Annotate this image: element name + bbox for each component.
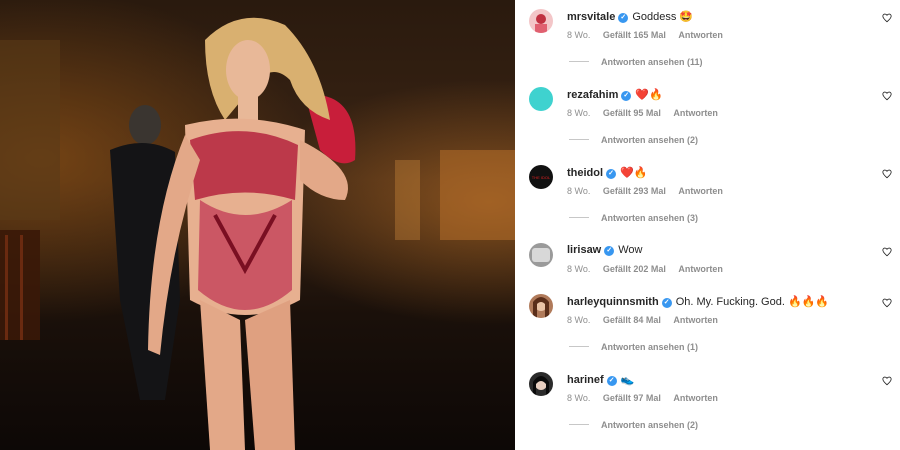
avatar-image [533,297,549,318]
reply-button[interactable]: Antworten [673,393,718,403]
avatar[interactable] [529,294,553,318]
comment-header: harleyquinnsmith ✓ Oh. My. Fucking. God. 🔥… [567,295,829,308]
svg-text:THE IDOL: THE IDOL [532,175,551,180]
username-link[interactable]: mrsvitale [567,11,615,23]
comment-header: mrsvitale ✓ Goddess 🤩 [567,10,693,23]
post-photo-illustration [0,17,515,450]
username-link[interactable]: harinef [567,374,604,386]
verified-badge-icon: ✓ [606,169,617,179]
comment-text: Wow [618,244,643,256]
reply-button[interactable]: Antworten [673,315,718,325]
replies-line [569,346,589,347]
avatar[interactable] [529,9,553,33]
comment-item: harleyquinnsmith ✓ Oh. My. Fucking. God. 🔥… [515,285,900,363]
comment-age: 8 Wo. [567,264,591,274]
replies-line [569,61,589,62]
comment-meta: 8 Wo. Gefällt 84 Mal Antworten [567,315,728,325]
reply-button[interactable]: Antworten [673,108,718,118]
comment-text: ❤️🔥 [620,167,648,179]
like-count[interactable]: Gefällt 165 Mal [603,30,666,40]
heart-icon[interactable] [882,376,892,386]
reply-button[interactable]: Antworten [678,186,723,196]
avatar[interactable] [529,87,553,111]
replies-line [569,424,589,425]
avatar[interactable] [529,243,553,267]
verified-badge-icon: ✓ [604,246,615,256]
comment-item: THE IDOL theidol ✓ ❤️🔥 8 Wo. Gefällt 293 M… [515,156,900,234]
like-count[interactable]: Gefällt 95 Mal [603,108,661,118]
comment-meta: 8 Wo. Gefällt 95 Mal Antworten [567,108,728,118]
replies-line [569,139,589,140]
comment-text: 👟 [620,374,635,386]
comment-header: rezafahim ✓ ❤️🔥 [567,88,663,101]
heart-icon[interactable] [882,91,892,101]
comment-header: lirisaw ✓ Wow [567,244,643,256]
view-replies-label: Antworten ansehen (3) [601,213,699,223]
view-replies-label: Antworten ansehen (1) [601,342,699,352]
comment-meta: 8 Wo. Gefällt 293 Mal Antworten [567,186,733,196]
comment-age: 8 Wo. [567,186,591,196]
username-link[interactable]: rezafahim [567,89,618,101]
avatar[interactable] [529,372,553,396]
comment-item: harinef ✓ 👟 8 Wo. Gefällt 97 Mal Antworten… [515,363,900,441]
like-count[interactable]: Gefällt 97 Mal [603,393,661,403]
username-link[interactable]: theidol [567,167,603,179]
comment-item: mrsvitale ✓ Goddess 🤩 8 Wo. Gefällt 165 Ma… [515,0,900,78]
avatar-image [535,14,547,33]
comment-meta: 8 Wo. Gefällt 202 Mal Antworten [567,264,733,274]
view-replies-button[interactable]: Antworten ansehen (2) [569,135,698,145]
avatar-image: THE IDOL [532,175,551,180]
reply-button[interactable]: Antworten [678,264,723,274]
view-replies-button[interactable]: Antworten ansehen (11) [569,57,703,67]
comment-header: theidol ✓ ❤️🔥 [567,166,647,179]
verified-badge-icon: ✓ [618,13,629,23]
comment-text: ❤️🔥 [635,89,663,101]
verified-badge-icon: ✓ [661,298,672,308]
comment-age: 8 Wo. [567,30,591,40]
reply-button[interactable]: Antworten [678,30,723,40]
like-count[interactable]: Gefällt 84 Mal [603,315,661,325]
comment-meta: 8 Wo. Gefällt 97 Mal Antworten [567,393,728,403]
comment-text: Oh. My. Fucking. God. 🔥🔥🔥 [675,296,830,308]
heart-icon[interactable] [882,247,892,257]
verified-badge-icon: ✓ [606,376,617,386]
view-replies-button[interactable]: Antworten ansehen (3) [569,213,698,223]
avatar-image [533,376,549,396]
comment-item: rezafahim ✓ ❤️🔥 8 Wo. Gefällt 95 Mal Antwo… [515,78,900,156]
heart-icon[interactable] [882,169,892,179]
comment-age: 8 Wo. [567,393,591,403]
comment-text: Goddess 🤩 [632,11,694,23]
like-count[interactable]: Gefällt 293 Mal [603,186,666,196]
verified-badge-icon: ✓ [621,91,632,101]
avatar[interactable]: THE IDOL [529,165,553,189]
avatar-image [532,248,550,262]
comment-header: harinef ✓ 👟 [567,373,634,386]
comment-age: 8 Wo. [567,315,591,325]
replies-line [569,217,589,218]
like-count[interactable]: Gefällt 202 Mal [603,264,666,274]
comment-meta: 8 Wo. Gefällt 165 Mal Antworten [567,30,733,40]
post-photo [0,0,515,450]
view-replies-button[interactable]: Antworten ansehen (2) [569,420,698,430]
comments-panel: mrsvitale ✓ Goddess 🤩 8 Wo. Gefällt 165 Ma… [515,0,900,450]
view-replies-button[interactable]: Antworten ansehen (1) [569,342,698,352]
view-replies-label: Antworten ansehen (2) [601,420,699,430]
heart-icon[interactable] [882,298,892,308]
username-link[interactable]: harleyquinnsmith [567,296,659,308]
username-link[interactable]: lirisaw [567,244,601,256]
heart-icon[interactable] [882,13,892,23]
view-replies-label: Antworten ansehen (2) [601,135,699,145]
comment-age: 8 Wo. [567,108,591,118]
view-replies-label: Antworten ansehen (11) [601,57,703,67]
